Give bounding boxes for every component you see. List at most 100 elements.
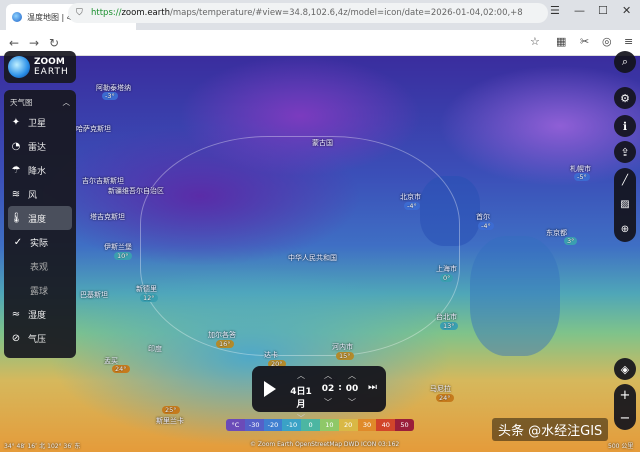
temp-badge: -3°: [102, 92, 118, 100]
temp-badge: 0°: [440, 274, 454, 282]
zoom-controls: + −: [614, 384, 636, 430]
place-label: 首尔: [476, 213, 490, 221]
radar-icon: ◔: [11, 140, 21, 152]
place-label: 达卡: [264, 351, 278, 359]
layer-wind[interactable]: ≋ 风: [4, 182, 76, 206]
legend-unit: °C: [226, 419, 245, 431]
chevron-up-icon[interactable]: ︿: [63, 97, 71, 108]
play-icon[interactable]: [264, 381, 276, 397]
maximize-icon[interactable]: ☐: [598, 4, 608, 17]
rain-icon: ☂: [11, 164, 21, 176]
layer-temperature[interactable]: 🌡 温度: [8, 206, 72, 230]
profile-icon[interactable]: ◎: [602, 35, 612, 48]
search-button[interactable]: ⌕: [614, 51, 636, 73]
logo-line-2: EARTH: [34, 67, 69, 77]
search-icon: ⌕: [621, 55, 629, 68]
bookmark-star-icon[interactable]: ☆: [530, 35, 540, 48]
layer-label: 表观: [30, 262, 49, 273]
info-button[interactable]: ℹ: [614, 115, 636, 137]
minute-picker[interactable]: ︿ 00 ﹀: [344, 370, 360, 408]
temp-badge: -4°: [478, 222, 494, 230]
layer-satellite[interactable]: ✦ 卫星: [4, 110, 76, 134]
browser-menu-icon[interactable]: ≡: [624, 35, 633, 48]
temp-mode-dewpoint[interactable]: 露球: [4, 278, 76, 302]
forward-icon[interactable]: →: [24, 36, 44, 50]
legend-tick: -10: [282, 419, 302, 431]
layer-label: 湿度: [28, 310, 47, 321]
url-path: /maps/temperature/#view=34.8,102.6,4z/mo…: [169, 8, 523, 18]
url-host: zoom.earth: [121, 8, 170, 18]
temp-badge: -4°: [404, 202, 420, 210]
temp-badge: -5°: [574, 173, 590, 181]
menu-icon[interactable]: ☰: [550, 4, 560, 17]
chevron-up-icon[interactable]: ︿: [324, 371, 332, 380]
skip-next-icon[interactable]: ⏭: [368, 382, 377, 393]
back-icon[interactable]: ←: [4, 36, 24, 50]
zoom-earth-logo[interactable]: ZOOM EARTH: [4, 51, 76, 83]
map-credits[interactable]: © Zoom Earth OpenStreetMap DWD ICON 03:1…: [250, 441, 399, 448]
layer-pressure[interactable]: ⊘ 气压: [4, 326, 76, 350]
place-label: 蒙古国: [312, 139, 333, 147]
layer-humidity[interactable]: ≈ 湿度: [4, 302, 76, 326]
minimize-icon[interactable]: —: [574, 4, 585, 17]
url-scheme: https://: [91, 8, 122, 18]
temp-badge: 15°: [336, 352, 354, 360]
area-icon[interactable]: ▨: [620, 199, 629, 210]
legend-tick: 20: [338, 419, 358, 431]
shield-icon: ⛉: [76, 8, 83, 18]
pressure-icon: ⊘: [11, 332, 21, 344]
temp-badge: 10°: [114, 252, 132, 260]
hour-picker[interactable]: ︿ 02 ﹀: [320, 370, 336, 408]
url-bar[interactable]: ⛉ https://zoom.earth/maps/temperature/#v…: [68, 3, 548, 23]
check-icon: ✓: [13, 236, 23, 248]
close-window-icon[interactable]: ✕: [622, 4, 631, 17]
temp-mode-apparent[interactable]: 表观: [4, 254, 76, 278]
minute-value: 00: [345, 384, 359, 394]
place-label: 吉尔吉斯斯坦: [82, 177, 124, 185]
extensions-icon[interactable]: ▦: [556, 35, 566, 48]
chevron-down-icon[interactable]: ﹀: [348, 398, 356, 407]
chevron-up-icon[interactable]: ︿: [297, 371, 305, 380]
chevron-down-icon[interactable]: ﹀: [324, 398, 332, 407]
watermark: 头条 @水经注GIS: [492, 418, 609, 441]
place-label: 斯里兰卡: [156, 417, 184, 425]
place-label: 新疆维吾尔自治区: [108, 187, 164, 195]
layer-label: 实际: [30, 238, 49, 249]
legend-tick: 30: [357, 419, 377, 431]
place-label: 河内市: [332, 343, 353, 351]
layer-precipitation[interactable]: ☂ 降水: [4, 158, 76, 182]
reload-icon[interactable]: ↻: [44, 36, 64, 50]
cut-icon[interactable]: ✂: [580, 35, 589, 48]
measure-line-icon[interactable]: ╱: [622, 175, 628, 186]
date-picker[interactable]: ︿ 4日1月 ﹀: [286, 370, 316, 424]
locate-icon[interactable]: ⊕: [621, 224, 629, 235]
temp-badge: 3°: [564, 237, 578, 245]
layer-label: 卫星: [28, 118, 47, 129]
zoom-in-icon[interactable]: +: [620, 388, 631, 403]
time-separator: :: [338, 383, 342, 393]
zoom-out-icon[interactable]: −: [620, 411, 631, 426]
pacific-sea: [470, 236, 560, 356]
chevron-up-icon[interactable]: ︿: [348, 371, 356, 380]
settings-button[interactable]: ⚙: [614, 87, 636, 109]
gear-icon: ⚙: [620, 91, 630, 105]
place-label: 台北市: [436, 313, 457, 321]
layer-radar[interactable]: ◔ 雷达: [4, 134, 76, 158]
share-button[interactable]: ⇪: [614, 141, 636, 163]
place-label: 新德里: [136, 285, 157, 293]
date-value: 4日1月: [290, 387, 312, 410]
time-control: ︿ 4日1月 ﹀ ︿ 02 ﹀ : ︿ 00 ﹀ ⏭: [252, 366, 386, 423]
place-label: 中华人民共和国: [288, 254, 337, 262]
layer-label: 气压: [28, 334, 47, 345]
panel-header[interactable]: 天气图 ︿: [4, 94, 76, 110]
place-label: 马尼拉: [430, 385, 451, 393]
place-label: 巴基斯坦: [80, 291, 108, 299]
legend-tick: -20: [263, 419, 283, 431]
place-label: 印度: [148, 345, 162, 353]
layer-label: 露球: [30, 286, 49, 297]
measure-tools: ╱ ▨ ⊕: [614, 168, 636, 242]
layers-button[interactable]: ◈: [614, 358, 636, 380]
legend-tick: -30: [244, 419, 264, 431]
temp-mode-actual[interactable]: ✓ 实际: [4, 230, 76, 254]
legend-tick: 0: [301, 419, 320, 431]
